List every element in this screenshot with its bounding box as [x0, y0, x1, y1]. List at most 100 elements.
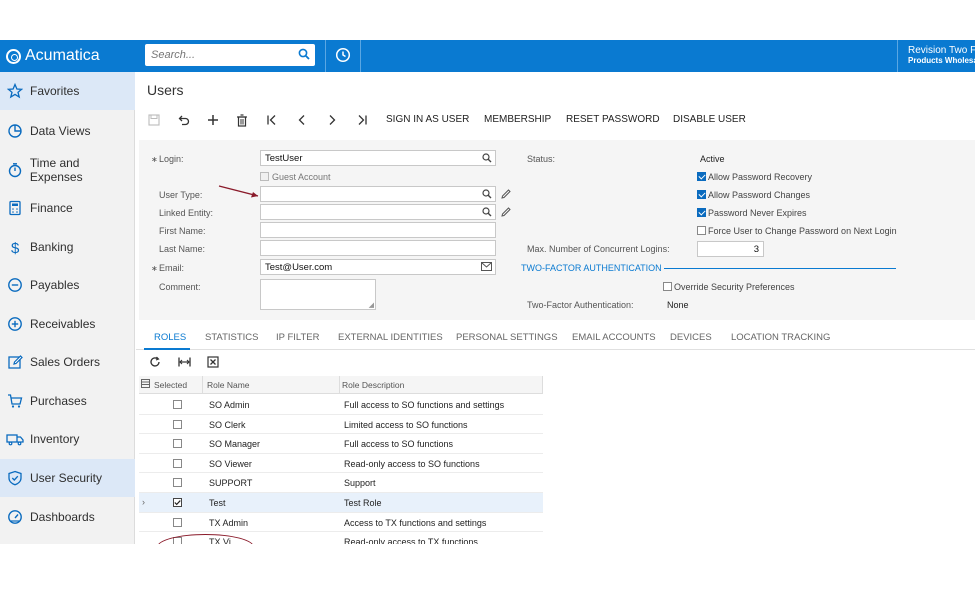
- tab-roles[interactable]: ROLES: [154, 332, 186, 343]
- role-name-cell[interactable]: TX Admin: [209, 518, 248, 528]
- table-row[interactable]: TX Admin Access to TX functions and setti…: [139, 512, 543, 533]
- export-excel-icon[interactable]: [205, 354, 221, 370]
- tab-ip-filter[interactable]: IP FILTER: [276, 332, 319, 343]
- tab-external-identities[interactable]: EXTERNAL IDENTITIES: [338, 332, 443, 343]
- tab-devices[interactable]: DEVICES: [670, 332, 712, 343]
- role-description-cell: Read-only access to TX functions: [344, 537, 478, 544]
- sidebar-item-time-and-expenses[interactable]: Time and Expenses: [0, 151, 135, 189]
- sidebar-item-favorites[interactable]: Favorites: [0, 72, 135, 110]
- user-type-label: User Type:: [159, 190, 203, 200]
- brand-name: Acumatica: [25, 47, 100, 64]
- sidebar-item-label: Favorites: [30, 84, 80, 98]
- delete-icon[interactable]: [234, 112, 250, 128]
- sidebar-item-dashboards[interactable]: Dashboards: [0, 498, 135, 536]
- last-record-icon[interactable]: [354, 112, 370, 128]
- add-icon[interactable]: [205, 112, 221, 128]
- role-name-cell[interactable]: SO Viewer: [209, 459, 252, 469]
- search-icon[interactable]: [298, 48, 310, 63]
- role-name-cell[interactable]: SO Manager: [209, 439, 260, 449]
- tab-email-accounts[interactable]: EMAIL ACCOUNTS: [572, 332, 656, 343]
- minus-circle-icon: [6, 276, 24, 294]
- column-header-role-description[interactable]: Role Description: [342, 380, 404, 390]
- company-selector[interactable]: Revision Two F Products Wholesa: [897, 40, 975, 72]
- role-name-cell[interactable]: SO Admin: [209, 400, 250, 410]
- login-field[interactable]: TestUser: [260, 150, 496, 166]
- role-selected-checkbox[interactable]: [173, 478, 182, 488]
- search-icon[interactable]: [482, 153, 492, 165]
- sidebar-item-finance[interactable]: Finance: [0, 189, 135, 227]
- force-change-password-checkbox[interactable]: [697, 226, 706, 235]
- next-record-icon[interactable]: [324, 112, 340, 128]
- edit-pencil-icon[interactable]: [501, 207, 511, 220]
- refresh-icon[interactable]: [147, 354, 163, 370]
- role-name-cell[interactable]: SUPPORT: [209, 478, 252, 488]
- first-name-field[interactable]: [260, 222, 496, 238]
- force-change-password-label: Force User to Change Password on Next Lo…: [708, 226, 897, 236]
- resize-handle-icon[interactable]: ◢: [369, 301, 374, 309]
- mail-icon[interactable]: [481, 262, 492, 274]
- recent-history-button[interactable]: [325, 40, 361, 72]
- max-logins-field[interactable]: 3: [697, 241, 764, 257]
- column-header-role-name[interactable]: Role Name: [207, 380, 250, 390]
- search-icon[interactable]: [482, 189, 492, 201]
- calculator-icon: [6, 199, 24, 217]
- search-input[interactable]: [145, 44, 290, 66]
- tab-location-tracking[interactable]: LOCATION TRACKING: [731, 332, 830, 343]
- sidebar-item-receivables[interactable]: Receivables: [0, 305, 135, 343]
- undo-icon[interactable]: [175, 112, 191, 128]
- status-value[interactable]: Active: [700, 154, 725, 164]
- email-field[interactable]: Test@User.com: [260, 259, 496, 275]
- sidebar-item-purchases[interactable]: Purchases: [0, 382, 135, 420]
- role-selected-checkbox[interactable]: [173, 517, 182, 527]
- role-selected-checkbox[interactable]: [173, 458, 182, 468]
- fit-columns-icon[interactable]: [176, 354, 192, 370]
- allow-password-changes-checkbox[interactable]: [697, 190, 706, 199]
- sign-in-as-user-button[interactable]: SIGN IN AS USER: [386, 114, 469, 125]
- sidebar-item-sales-orders[interactable]: Sales Orders: [0, 343, 135, 381]
- role-name-cell[interactable]: Test: [209, 498, 226, 508]
- role-selected-checkbox[interactable]: [173, 419, 182, 429]
- save-icon[interactable]: [146, 112, 162, 128]
- table-row[interactable]: SO Viewer Read-only access to SO function…: [139, 453, 543, 474]
- table-row[interactable]: SO Admin Full access to SO functions and …: [139, 395, 543, 415]
- comment-field[interactable]: ◢: [260, 279, 376, 310]
- membership-button[interactable]: MEMBERSHIP: [484, 114, 551, 125]
- reset-password-button[interactable]: RESET PASSWORD: [566, 114, 660, 125]
- acumatica-logo[interactable]: Acumatica: [6, 47, 100, 65]
- role-selected-checkbox[interactable]: [173, 400, 182, 409]
- tab-personal-settings[interactable]: PERSONAL SETTINGS: [456, 332, 558, 343]
- last-name-field[interactable]: [260, 240, 496, 256]
- plus-circle-icon: [6, 315, 24, 333]
- column-settings-icon[interactable]: [141, 379, 150, 391]
- tfa-value[interactable]: None: [667, 300, 689, 310]
- role-description-cell: Full access to SO functions and settings: [344, 400, 505, 410]
- edit-pencil-icon[interactable]: [501, 189, 511, 202]
- sidebar-item-payables[interactable]: Payables: [0, 266, 135, 304]
- max-logins-value: 3: [753, 244, 759, 255]
- guest-account-checkbox[interactable]: [260, 172, 269, 181]
- table-row[interactable]: SUPPORT Support: [139, 473, 543, 493]
- allow-password-changes-label: Allow Password Changes: [708, 190, 811, 200]
- column-header-selected[interactable]: Selected: [154, 380, 187, 390]
- allow-password-recovery-checkbox[interactable]: [697, 172, 706, 181]
- table-row[interactable]: SO Clerk Limited access to SO functions: [139, 414, 543, 435]
- table-row[interactable]: SO Manager Full access to SO functions: [139, 434, 543, 454]
- linked-entity-field[interactable]: [260, 204, 496, 220]
- role-selected-checkbox[interactable]: [173, 439, 182, 449]
- sidebar-item-user-security[interactable]: User Security: [0, 459, 135, 497]
- search-icon[interactable]: [482, 207, 492, 219]
- role-selected-checkbox[interactable]: [173, 498, 182, 507]
- previous-record-icon[interactable]: [294, 112, 310, 128]
- override-security-checkbox[interactable]: [663, 282, 672, 291]
- user-type-field[interactable]: [260, 186, 496, 202]
- sidebar-item-inventory[interactable]: Inventory: [0, 420, 135, 458]
- global-search[interactable]: [145, 44, 315, 66]
- role-name-cell[interactable]: SO Clerk: [209, 420, 246, 430]
- sidebar-item-data-views[interactable]: Data Views: [0, 112, 135, 150]
- password-never-expires-checkbox[interactable]: [697, 208, 706, 217]
- table-row[interactable]: › Test Test Role: [139, 493, 543, 513]
- sidebar-item-banking[interactable]: $ Banking: [0, 228, 135, 266]
- tab-statistics[interactable]: STATISTICS: [205, 332, 258, 343]
- first-record-icon[interactable]: [264, 112, 280, 128]
- disable-user-button[interactable]: DISABLE USER: [673, 114, 746, 125]
